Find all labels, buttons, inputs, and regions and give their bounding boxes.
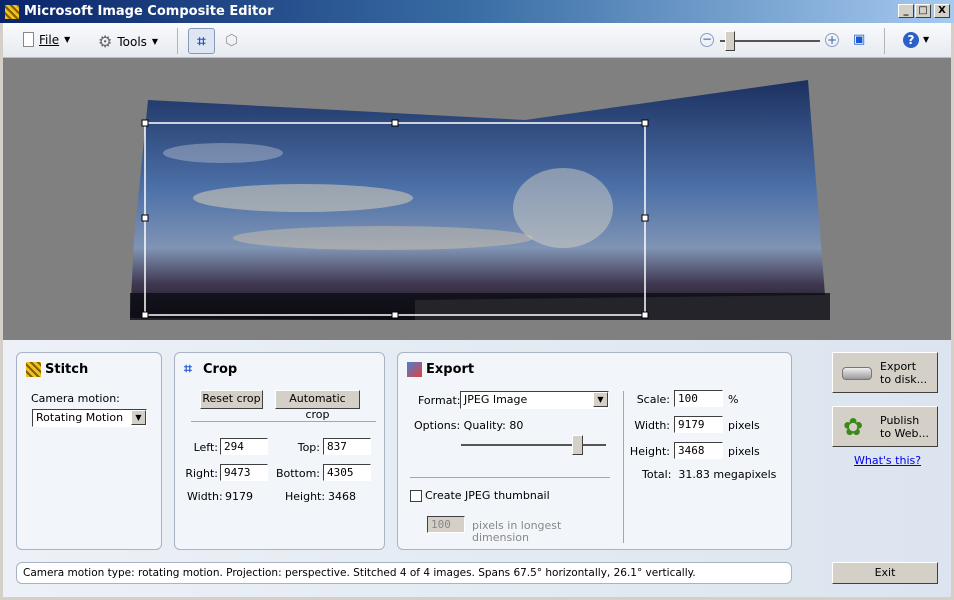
scale-label: Scale:: [636, 393, 670, 406]
zoom-slider[interactable]: [720, 40, 820, 42]
window-title: Microsoft Image Composite Editor: [24, 4, 274, 19]
tools-menu[interactable]: ⚙ Tools ▼: [98, 32, 158, 51]
fit-to-window-icon[interactable]: ▣: [853, 32, 865, 47]
width-label: Width:: [187, 490, 223, 503]
panorama-image: [130, 80, 830, 320]
total-value: 31.83 megapixels: [678, 468, 777, 481]
crop-handle: [641, 119, 649, 127]
file-label: File: [39, 32, 60, 47]
divider: [884, 28, 885, 54]
height-value: 3468: [328, 490, 356, 503]
reset-crop-button[interactable]: Reset crop: [200, 390, 263, 409]
crop-handle: [141, 214, 149, 222]
format-label: Format:: [418, 394, 461, 407]
divider: [623, 391, 624, 543]
dropdown-arrow-icon[interactable]: ▼: [923, 35, 929, 44]
export-width-label: Width:: [634, 419, 670, 432]
close-button[interactable]: X: [934, 4, 950, 18]
crop-handle: [391, 119, 399, 127]
crop-handle: [641, 311, 649, 319]
total-label: Total:: [642, 468, 672, 481]
automatic-crop-button[interactable]: Automatic crop: [275, 390, 360, 421]
dropdown-arrow-icon: ▼: [151, 37, 159, 46]
width-value: 9179: [225, 490, 253, 503]
file-menu[interactable]: File ▼: [23, 32, 70, 47]
minimize-button[interactable]: _: [898, 4, 914, 18]
export-to-disk-button[interactable]: Export to disk...: [832, 352, 938, 393]
whats-this-link[interactable]: What's this?: [854, 454, 921, 467]
right-input[interactable]: 9473: [220, 464, 268, 481]
left-label: Left:: [193, 441, 218, 454]
publish-to-web-button[interactable]: ✿ Publish to Web...: [832, 406, 938, 447]
export-height-label: Height:: [629, 445, 670, 458]
quality-slider-thumb[interactable]: [572, 435, 583, 455]
crop-title: Crop: [203, 362, 238, 377]
camera-motion-select[interactable]: Rotating Motion ▼: [32, 409, 147, 427]
thumbnail-checkbox[interactable]: [410, 490, 422, 502]
divider: [177, 28, 178, 54]
export-height-input[interactable]: 3468: [674, 442, 723, 459]
zoom-slider-thumb[interactable]: [725, 31, 735, 51]
export-title: Export: [426, 362, 475, 377]
dropdown-arrow-icon[interactable]: ▼: [593, 392, 608, 407]
bottom-input[interactable]: 4305: [323, 464, 371, 481]
thumbnail-size-input[interactable]: 100: [427, 516, 465, 533]
exit-button[interactable]: Exit: [832, 562, 938, 584]
tools-label: Tools: [117, 34, 147, 49]
top-input[interactable]: 837: [323, 438, 371, 455]
scale-unit: %: [728, 393, 739, 406]
scale-input[interactable]: 100: [674, 390, 723, 407]
right-label: Right:: [185, 467, 218, 480]
crop-handle: [391, 311, 399, 319]
3d-cube-tool-button[interactable]: ⬡: [225, 31, 238, 49]
format-select[interactable]: JPEG Image ▼: [460, 391, 609, 409]
quality-label: Quality:: [463, 419, 506, 432]
export-panel: Export Format: JPEG Image ▼ Options: Qua…: [397, 352, 792, 550]
zoom-in-button[interactable]: +: [825, 33, 839, 47]
left-input[interactable]: 294: [220, 438, 268, 455]
quality-value: 80: [509, 419, 524, 432]
hard-disk-icon: [842, 367, 872, 380]
export-width-input[interactable]: 9179: [674, 416, 723, 433]
crop-handle: [641, 214, 649, 222]
thumbnail-label: Create JPEG thumbnail: [425, 489, 550, 502]
height-label: Height:: [285, 490, 326, 503]
title-bar: Microsoft Image Composite Editor: [0, 0, 954, 23]
leaf-icon: ✿: [843, 413, 864, 441]
crop-tool-button[interactable]: ⌗: [188, 28, 215, 54]
quality-slider[interactable]: [461, 444, 606, 446]
crop-handle: [141, 311, 149, 319]
maximize-button[interactable]: □: [915, 4, 931, 18]
gear-icon: ⚙: [98, 32, 113, 51]
panorama-canvas[interactable]: [3, 58, 951, 340]
crop-panel: ⌗ Crop Reset crop Automatic crop Left: 2…: [174, 352, 385, 550]
stitch-title: Stitch: [45, 362, 89, 377]
height-unit: pixels: [728, 445, 760, 458]
divider: [410, 477, 610, 478]
stitch-icon: [26, 362, 41, 377]
export-icon: [407, 362, 422, 377]
document-icon: [23, 32, 34, 47]
app-logo-icon: [5, 5, 19, 19]
width-unit: pixels: [728, 419, 760, 432]
status-bar: Camera motion type: rotating motion. Pro…: [16, 562, 792, 584]
bottom-label: Bottom:: [275, 467, 320, 480]
toolbar: File ▼ ⚙ Tools ▼ ⌗ ⬡ − + ▣ ? ▼: [3, 23, 951, 58]
thumbnail-size-label-2: dimension: [472, 531, 529, 544]
dropdown-arrow-icon[interactable]: ▼: [131, 410, 146, 425]
stitch-panel: Stitch Camera motion: Rotating Motion ▼: [16, 352, 162, 550]
crop-handle: [141, 119, 149, 127]
zoom-out-button[interactable]: −: [700, 33, 714, 47]
help-icon[interactable]: ?: [903, 32, 919, 48]
dropdown-arrow-icon: ▼: [64, 35, 71, 44]
camera-motion-label: Camera motion:: [31, 392, 120, 405]
top-label: Top:: [297, 441, 320, 454]
options-label: Options:: [414, 419, 461, 432]
crop-icon: ⌗: [184, 361, 192, 377]
divider: [191, 421, 376, 422]
